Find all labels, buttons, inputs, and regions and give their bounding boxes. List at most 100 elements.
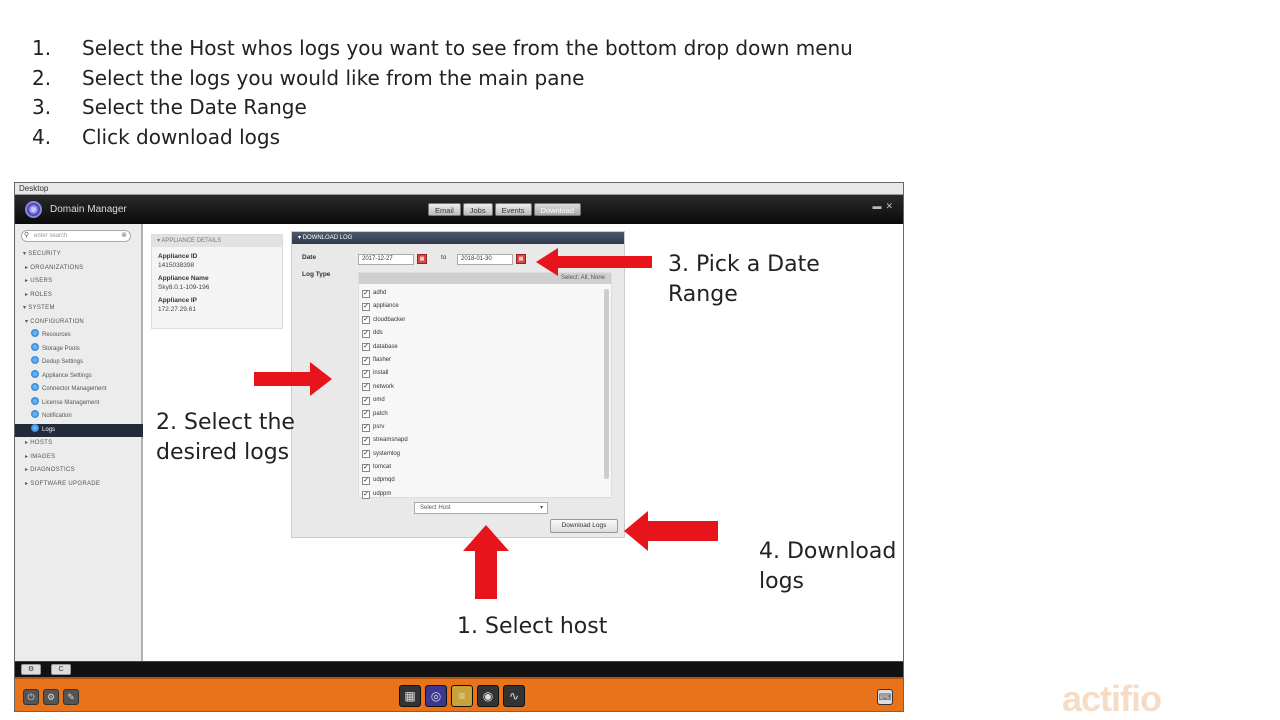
checkbox-icon[interactable]: ✓ — [362, 490, 370, 499]
gear-icon[interactable]: ⚙ — [43, 689, 59, 705]
sidebar-item-users[interactable]: ▸ USERS — [15, 275, 143, 289]
log-checkbox-list: ✓ adhd ✓ appliance ✓ cloudbacker ✓ dds ✓ database… — [362, 287, 408, 501]
log-item-dds[interactable]: ✓ dds — [362, 327, 408, 340]
sidebar-item-hosts[interactable]: ▸ HOSTS — [15, 437, 143, 451]
date-from-input[interactable]: 2017-12-27 — [358, 254, 414, 265]
sidebar-item-storage-pools[interactable]: Storage Pools — [15, 342, 143, 357]
log-item-streamsnapd[interactable]: ✓ streamsnapd — [362, 434, 408, 447]
globe-icon — [31, 356, 39, 364]
tab-email[interactable]: Email — [428, 203, 461, 216]
sidebar-item-system[interactable]: ▾ SYSTEM — [15, 302, 143, 316]
checkbox-icon[interactable]: ✓ — [362, 289, 370, 298]
globe-icon — [31, 369, 39, 378]
sidebar-item-configuration[interactable]: ▾ CONFIGURATION — [15, 316, 143, 330]
sidebar-item-organizations[interactable]: ▸ ORGANIZATIONS — [15, 262, 143, 276]
log-list-scrollbar[interactable] — [604, 289, 609, 479]
refresh-icon[interactable]: C — [51, 664, 71, 675]
checkbox-icon[interactable]: ✓ — [362, 463, 370, 472]
minimize-icon[interactable]: ▬ — [872, 201, 885, 211]
close-icon[interactable]: ✕ — [885, 201, 897, 211]
checkbox-icon[interactable]: ✓ — [362, 316, 370, 325]
chevron-down-icon: ▾ — [539, 505, 543, 511]
log-item-adhd[interactable]: ✓ adhd — [362, 287, 408, 300]
checkbox-icon[interactable]: ✓ — [362, 356, 370, 365]
window-controls[interactable]: ▬✕ — [872, 201, 897, 212]
checkbox-icon[interactable]: ✓ — [362, 436, 370, 445]
sidebar-item-roles[interactable]: ▸ ROLES — [15, 289, 143, 303]
sidebar-item-resources[interactable]: Resources — [15, 329, 143, 343]
actifio-logo: actifio — [1062, 678, 1162, 719]
checkbox-icon[interactable]: ✓ — [362, 410, 370, 419]
date-to-input[interactable]: 2018-01-30 — [457, 254, 513, 265]
sidebar-item-software-upgrade[interactable]: ▸ SOFTWARE UPGRADE — [15, 478, 143, 492]
checkbox-icon[interactable]: ✓ — [362, 396, 370, 405]
domain-manager-logo-icon — [25, 201, 42, 218]
log-item-database[interactable]: ✓ database — [362, 341, 408, 354]
instruction-list: 1. Select the Host whos logs you want to … — [32, 34, 853, 152]
title-bar: Domain Manager Email Jobs Events Downloa… — [15, 195, 903, 224]
sidebar-item-connector-management[interactable]: Connector Management — [15, 383, 143, 397]
appliance-ip-value: 172.27.29.61 — [158, 306, 196, 313]
sidebar-item-logs[interactable]: Logs — [15, 423, 143, 437]
appliance-id-value: 1415038398 — [158, 262, 195, 269]
annotation-host: 1. Select host — [457, 614, 608, 639]
search-input[interactable]: ⚲ enter search ⊗ — [21, 230, 131, 242]
arrow-logs — [254, 362, 332, 396]
taskbar: ⏻ ⚙ ✎ ▦ ◎ ≡ ◉ ∿ ⌨ — [15, 677, 903, 711]
arrow-date — [536, 248, 652, 276]
log-item-udpmqd[interactable]: ✓ udpmqd — [362, 474, 408, 487]
app-manager-icon[interactable]: ▦ — [399, 685, 421, 707]
checkbox-icon[interactable]: ✓ — [362, 383, 370, 392]
status-bar: ⚙ C — [15, 661, 903, 677]
log-item-patch[interactable]: ✓ patch — [362, 408, 408, 421]
tab-download[interactable]: Download — [533, 203, 581, 216]
checkbox-icon[interactable]: ✓ — [362, 450, 370, 459]
sidebar-item-security[interactable]: ▾ SECURITY — [15, 248, 143, 262]
clear-search-icon[interactable]: ⊗ — [121, 231, 127, 241]
checkbox-icon[interactable]: ✓ — [362, 423, 370, 432]
globe-icon — [31, 383, 39, 391]
appliance-details-header[interactable]: ▾ APPLIANCE DETAILS — [152, 235, 282, 247]
log-item-network[interactable]: ✓ network — [362, 381, 408, 394]
tools-icon[interactable]: ✎ — [63, 689, 79, 705]
log-item-udppm[interactable]: ✓ udppm — [362, 488, 408, 501]
log-item-psrv[interactable]: ✓ psrv — [362, 421, 408, 434]
tab-events[interactable]: Events — [494, 203, 532, 216]
checkbox-icon[interactable]: ✓ — [362, 343, 370, 352]
data-icon[interactable]: ≡ — [451, 685, 473, 707]
power-icon[interactable]: ⏻ — [23, 689, 39, 705]
log-item-appliance[interactable]: ✓ appliance — [362, 300, 408, 313]
sidebar-item-diagnostics[interactable]: ▸ DIAGNOSTICS — [15, 464, 143, 478]
sidebar-item-appliance-settings[interactable]: Appliance Settings — [15, 369, 143, 384]
checkbox-icon[interactable]: ✓ — [362, 370, 370, 379]
select-host-dropdown[interactable]: Select Host ▾ — [414, 502, 548, 514]
checkbox-icon[interactable]: ✓ — [362, 477, 370, 486]
checkbox-icon[interactable]: ✓ — [362, 303, 370, 312]
log-item-install[interactable]: ✓ install — [362, 367, 408, 380]
sidebar-item-notification[interactable]: Notification — [15, 410, 143, 424]
download-log-header[interactable]: ▾ DOWNLOAD LOG — [292, 232, 624, 244]
sidebar-item-dedup-settings[interactable]: Dedup Settings — [15, 356, 143, 370]
appliance-details-panel: ▾ APPLIANCE DETAILS Appliance ID 1415038… — [151, 234, 283, 329]
tab-jobs[interactable]: Jobs — [462, 203, 493, 216]
calendar-from-icon[interactable]: ▦ — [417, 254, 427, 264]
sidebar-nav: ▾ SECURITY ▸ ORGANIZATIONS ▸ USERS ▸ ROLES ▾… — [15, 248, 143, 491]
sidebar-item-images[interactable]: ▸ IMAGES — [15, 451, 143, 465]
download-logs-button[interactable]: Download Logs — [550, 519, 618, 533]
sidebar-item-license-management[interactable]: License Management — [15, 396, 143, 411]
log-item-omd[interactable]: ✓ omd — [362, 394, 408, 407]
log-item-tomcat[interactable]: ✓ tomcat — [362, 461, 408, 474]
header-tabs: Email Jobs Events Download — [428, 203, 581, 216]
log-item-flasher[interactable]: ✓ flasher — [362, 354, 408, 367]
log-item-systemlog[interactable]: ✓ systemlog — [362, 448, 408, 461]
keyboard-icon[interactable]: ⌨ — [877, 689, 893, 705]
checkbox-icon[interactable]: ✓ — [362, 329, 370, 338]
settings-icon[interactable]: ⚙ — [21, 664, 41, 675]
log-item-cloudbacker[interactable]: ✓ cloudbacker — [362, 314, 408, 327]
monitor-icon[interactable]: ◉ — [477, 685, 499, 707]
calendar-to-icon[interactable]: ▦ — [516, 254, 526, 264]
app-dock: ▦ ◎ ≡ ◉ ∿ — [399, 685, 525, 707]
domain-manager-icon[interactable]: ◎ — [425, 685, 447, 707]
report-icon[interactable]: ∿ — [503, 685, 525, 707]
instruction-item: 1. Select the Host whos logs you want to … — [32, 36, 853, 60]
